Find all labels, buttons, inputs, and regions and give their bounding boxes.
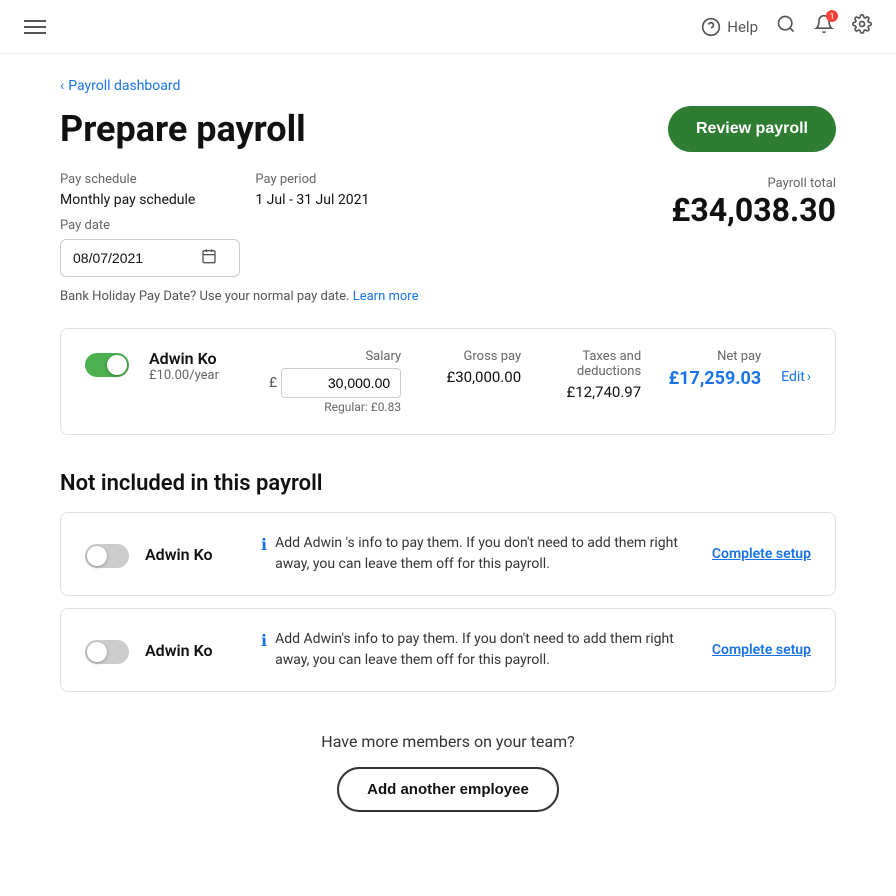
bottom-cta-text: Have more members on your team?: [60, 732, 836, 751]
help-button[interactable]: Help: [701, 17, 758, 37]
notifications-button[interactable]: 1: [814, 14, 834, 39]
top-section: Pay schedule Monthly pay schedule Pay pe…: [60, 172, 836, 304]
not-included-toggle-wrap: [85, 540, 129, 568]
employee-name-block: Adwin Ko £10.00/year: [149, 349, 249, 383]
not-included-name-block: Adwin Ko: [145, 641, 245, 660]
not-included-info-block: ℹ Add Adwin's info to pay them. If you d…: [261, 629, 696, 671]
not-included-emp-name: Adwin Ko: [145, 545, 245, 564]
employee-toggle-wrap: [85, 349, 129, 377]
pay-schedule-value: Monthly pay schedule: [60, 192, 195, 208]
toggle-knob: [107, 355, 127, 375]
net-label: Net pay: [661, 349, 761, 364]
breadcrumb[interactable]: ‹ Payroll dashboard: [60, 78, 836, 94]
pay-schedule-item: Pay schedule Monthly pay schedule: [60, 172, 195, 208]
bank-note-text: Bank Holiday Pay Date? Use your normal p…: [60, 289, 349, 304]
net-value: £17,259.03: [661, 368, 761, 389]
calendar-icon[interactable]: [201, 248, 217, 268]
help-label: Help: [727, 18, 758, 36]
notification-badge: 1: [826, 10, 838, 22]
not-included-list: Adwin Ko ℹ Add Adwin 's info to pay them…: [60, 512, 836, 692]
meta-row: Pay schedule Monthly pay schedule Pay pe…: [60, 172, 418, 208]
payroll-total-block: Payroll total £34,038.30: [671, 172, 836, 229]
pay-date-field[interactable]: [60, 239, 240, 277]
not-included-card: Adwin Ko ℹ Add Adwin 's info to pay them…: [60, 512, 836, 596]
complete-setup-link-1[interactable]: Complete setup: [712, 642, 811, 658]
learn-more-link[interactable]: Learn more: [353, 289, 419, 304]
search-icon: [776, 14, 796, 34]
gross-block: Gross pay £30,000.00: [421, 349, 521, 386]
not-included-emp-name: Adwin Ko: [145, 641, 245, 660]
header-left: [24, 20, 46, 34]
pay-date-label: Pay date: [60, 218, 418, 233]
not-included-toggle-1[interactable]: [85, 640, 129, 664]
info-icon: ℹ: [261, 535, 267, 554]
bank-note: Bank Holiday Pay Date? Use your normal p…: [60, 289, 418, 304]
pay-period-item: Pay period 1 Jul - 31 Jul 2021: [255, 172, 369, 208]
not-included-toggle-wrap: [85, 636, 129, 664]
employee-toggle[interactable]: [85, 353, 129, 377]
back-chevron-icon: ‹: [60, 78, 64, 94]
settings-button[interactable]: [852, 14, 872, 39]
review-payroll-button[interactable]: Review payroll: [668, 106, 836, 152]
taxes-block: Taxes and deductions £12,740.97: [541, 349, 641, 401]
main-content: ‹ Payroll dashboard Prepare payroll Revi…: [0, 54, 896, 836]
page-title-row: Prepare payroll Review payroll: [60, 106, 836, 152]
not-included-info-text: Add Adwin's info to pay them. If you don…: [275, 629, 696, 671]
not-included-row: Adwin Ko ℹ Add Adwin's info to pay them.…: [85, 629, 811, 671]
included-employee-card: Adwin Ko £10.00/year Salary £ Regular: £…: [60, 328, 836, 435]
not-included-toggle-0[interactable]: [85, 544, 129, 568]
salary-label: Salary: [269, 349, 401, 364]
edit-chevron-icon: ›: [807, 369, 811, 385]
payroll-total-value: £34,038.30: [671, 191, 836, 229]
salary-prefix: £: [269, 375, 277, 391]
toggle-knob: [87, 546, 107, 566]
info-icon: ℹ: [261, 631, 267, 650]
breadcrumb-label: Payroll dashboard: [68, 78, 180, 94]
taxes-label: Taxes and deductions: [541, 349, 641, 379]
net-block: Net pay £17,259.03: [661, 349, 761, 389]
not-included-card: Adwin Ko ℹ Add Adwin's info to pay them.…: [60, 608, 836, 692]
gear-icon: [852, 14, 872, 34]
pay-date-input[interactable]: [73, 250, 193, 266]
employee-name: Adwin Ko: [149, 349, 249, 368]
salary-input[interactable]: [281, 368, 401, 398]
taxes-value: £12,740.97: [541, 383, 641, 401]
not-included-info-block: ℹ Add Adwin 's info to pay them. If you …: [261, 533, 696, 575]
header-right: Help 1: [701, 14, 872, 39]
salary-block: Salary £ Regular: £0.83: [269, 349, 401, 414]
payroll-total-label: Payroll total: [767, 176, 836, 191]
page-title: Prepare payroll: [60, 108, 306, 150]
search-button[interactable]: [776, 14, 796, 39]
gross-value: £30,000.00: [421, 368, 521, 386]
edit-label: Edit: [781, 369, 805, 385]
top-left: Pay schedule Monthly pay schedule Pay pe…: [60, 172, 418, 304]
not-included-row: Adwin Ko ℹ Add Adwin 's info to pay them…: [85, 533, 811, 575]
complete-setup-link-0[interactable]: Complete setup: [712, 546, 811, 562]
salary-input-row: £: [269, 368, 401, 398]
pay-period-label: Pay period: [255, 172, 369, 187]
bottom-cta: Have more members on your team? Add anot…: [60, 732, 836, 812]
add-employee-button[interactable]: Add another employee: [337, 767, 559, 812]
pay-schedule-label: Pay schedule: [60, 172, 195, 187]
salary-regular: Regular: £0.83: [269, 400, 401, 414]
toggle-knob: [87, 642, 107, 662]
not-included-title: Not included in this payroll: [60, 471, 836, 496]
header: Help 1: [0, 0, 896, 54]
not-included-info-text: Add Adwin 's info to pay them. If you do…: [275, 533, 696, 575]
gross-label: Gross pay: [421, 349, 521, 364]
not-included-name-block: Adwin Ko: [145, 545, 245, 564]
employee-rate: £10.00/year: [149, 368, 249, 383]
employee-row: Adwin Ko £10.00/year Salary £ Regular: £…: [85, 349, 811, 414]
pay-period-value: 1 Jul - 31 Jul 2021: [255, 192, 369, 208]
hamburger-menu[interactable]: [24, 20, 46, 34]
edit-link[interactable]: Edit ›: [781, 349, 811, 385]
help-icon: [701, 17, 721, 37]
